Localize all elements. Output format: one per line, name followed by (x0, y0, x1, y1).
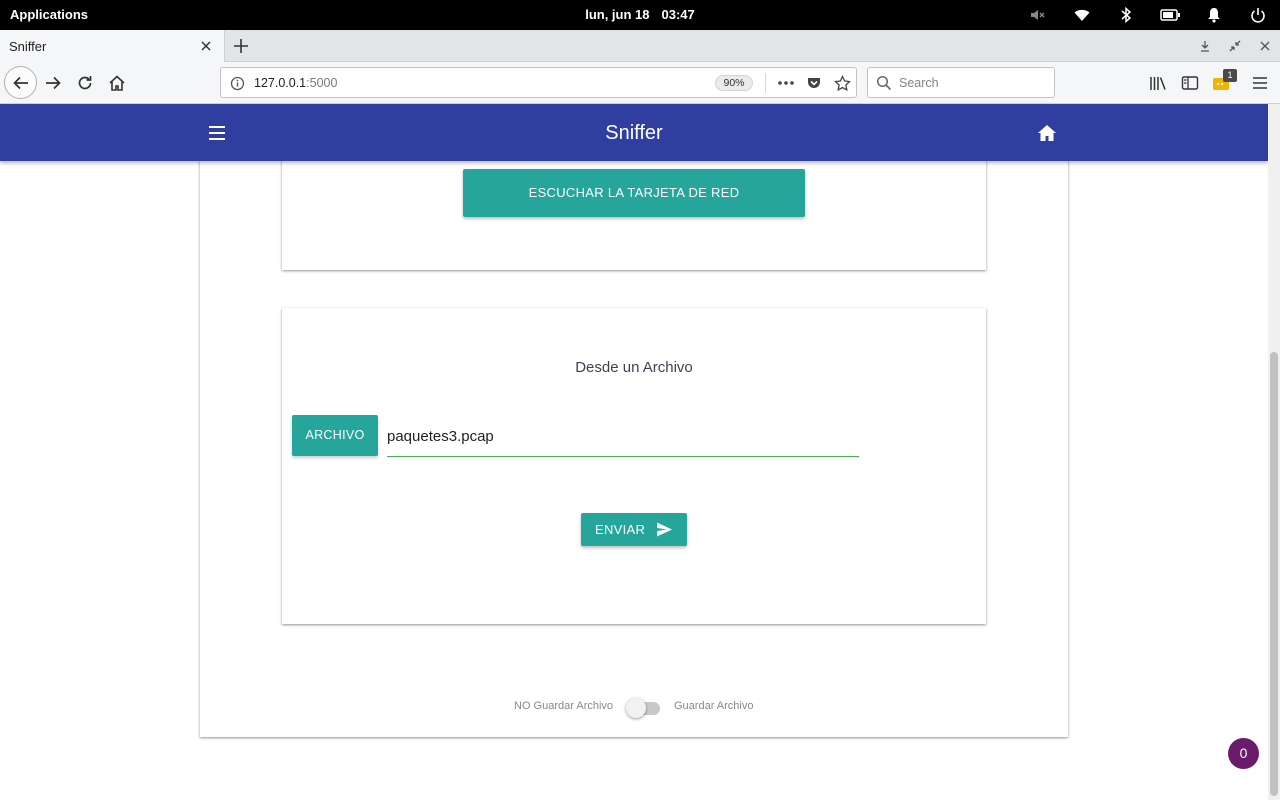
file-path-input[interactable]: paquetes3.pcap (387, 425, 859, 457)
page-actions-icon[interactable] (777, 74, 795, 92)
wifi-icon[interactable] (1072, 5, 1092, 25)
tab-title: Sniffer (9, 39, 47, 54)
listen-network-button[interactable]: ESCUCHAR LA TARJETA DE RED (463, 169, 805, 217)
applications-menu[interactable]: Applications (10, 7, 88, 22)
send-button-label: ENVIAR (595, 522, 646, 537)
url-separator (765, 73, 766, 93)
back-icon[interactable] (4, 66, 37, 99)
floating-counter-button[interactable]: 0 (1228, 738, 1259, 769)
url-port: :5000 (306, 76, 338, 90)
app-title: Sniffer (605, 122, 663, 144)
url-host: 127.0.0.1 (254, 76, 307, 90)
hamburger-menu-icon[interactable] (1251, 74, 1269, 92)
close-tab-icon[interactable] (199, 39, 213, 53)
app-bar: Sniffer (0, 104, 1268, 161)
notifications-bell-icon[interactable] (1204, 5, 1224, 25)
restore-window-icon[interactable] (1228, 39, 1242, 53)
bluetooth-icon[interactable] (1116, 5, 1136, 25)
menu-icon[interactable] (206, 122, 228, 144)
tab-sniffer[interactable]: Sniffer (0, 30, 225, 62)
volume-muted-icon[interactable] (1027, 5, 1047, 25)
battery-icon[interactable] (1160, 5, 1180, 25)
sidebar-icon[interactable] (1181, 74, 1199, 92)
forward-icon[interactable] (37, 67, 69, 99)
tab-strip: Sniffer (0, 30, 1280, 62)
file-picker-button[interactable]: ARCHIVO (292, 415, 378, 456)
pocket-icon[interactable] (805, 74, 823, 92)
scrollbar-thumb[interactable] (1270, 352, 1278, 796)
site-info-icon[interactable] (230, 76, 245, 96)
page-scrollbar[interactable] (1268, 104, 1280, 800)
zoom-indicator[interactable]: 90% (715, 75, 753, 91)
search-placeholder: Search (899, 76, 939, 90)
save-file-switch-knob[interactable] (626, 698, 646, 718)
switch-off-label: NO Guardar Archivo (514, 700, 614, 712)
search-icon (876, 75, 892, 96)
send-button[interactable]: ENVIAR (581, 513, 687, 546)
download-window-icon[interactable] (1198, 39, 1212, 53)
file-section-title: Desde un Archivo (575, 359, 693, 376)
reload-icon[interactable] (69, 67, 101, 99)
desktop-top-bar: Applications lun, jun 18 03:47 (0, 0, 1280, 30)
clock-time: 03:47 (661, 7, 695, 22)
switch-on-label: Guardar Archivo (674, 700, 754, 712)
extension-badge: 1 (1223, 69, 1237, 82)
close-window-icon[interactable] (1258, 39, 1272, 53)
navigation-toolbar: 127.0.0.1:5000 90% Search (0, 62, 1280, 104)
bookmark-star-icon[interactable] (833, 74, 851, 92)
search-bar[interactable]: Search (867, 67, 1055, 98)
file-card (282, 308, 986, 624)
power-icon[interactable] (1248, 5, 1268, 25)
save-file-switch-row: NO Guardar Archivo Guardar Archivo (0, 698, 1268, 718)
home-icon[interactable] (1036, 122, 1058, 144)
home-icon[interactable] (101, 67, 133, 99)
new-tab-icon[interactable] (232, 37, 250, 55)
url-text: 127.0.0.1:5000 (254, 76, 337, 90)
page-viewport: ESCUCHAR LA TARJETA DE RED Desde un Arch… (0, 104, 1268, 800)
clock-date: lun, jun 18 (585, 7, 650, 22)
send-icon (656, 521, 673, 538)
library-icon[interactable] (1149, 74, 1167, 92)
address-bar[interactable]: 127.0.0.1:5000 90% (220, 67, 857, 98)
